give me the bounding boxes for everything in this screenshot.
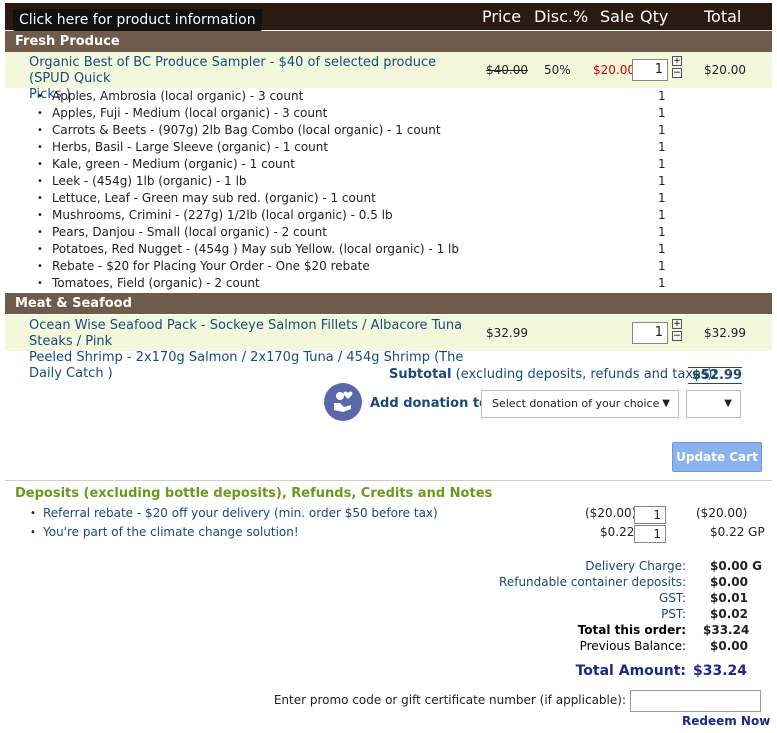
product-price: $32.99 <box>486 326 528 340</box>
quantity-stepper: + − <box>672 56 682 80</box>
list-item-qty: 1 <box>658 106 666 120</box>
increment-button[interactable]: + <box>672 56 682 66</box>
pst-value: $0.02 <box>710 607 748 621</box>
gst-label: GST: <box>659 591 686 605</box>
list-item-qty: 1 <box>658 191 666 205</box>
decrement-button[interactable]: − <box>672 68 682 78</box>
category-fresh-produce: Fresh Produce <box>5 31 772 52</box>
order-total-label: Total this order: <box>577 623 686 637</box>
list-item-name: Potatoes, Red Nugget - (454g ) May sub Y… <box>52 242 459 256</box>
product-info-tooltip[interactable]: Click here for product information <box>13 9 262 31</box>
list-item-name: Rebate - $20 for Placing Your Order - On… <box>52 259 370 273</box>
divider <box>5 480 772 481</box>
pst-label: PST: <box>661 607 686 621</box>
list-item-name: Tomatoes, Field (organic) - 2 count <box>52 276 260 290</box>
product-row-seafood: Ocean Wise Seafood Pack - Sockeye Salmon… <box>5 315 772 381</box>
col-sale: Sale <box>600 7 635 26</box>
subtotal-label: Subtotal (excluding deposits, refunds an… <box>389 367 717 382</box>
climate-solution-link[interactable]: You're part of the climate change soluti… <box>43 525 299 539</box>
quantity-input[interactable]: 1 <box>632 322 668 344</box>
order-total-value: $33.24 <box>703 623 750 637</box>
subtotal-value: $52.99 <box>688 367 742 384</box>
col-disc: Disc.% <box>534 7 589 26</box>
list-item-name: Kale, green - Medium (organic) - 1 count <box>52 157 295 171</box>
product-total: $20.00 <box>704 63 746 77</box>
deposit-qty: 1 <box>634 506 666 524</box>
deposit-price: ($20.00) <box>585 506 637 520</box>
list-item-name: Carrots & Beets - (907g) 2lb Bag Combo (… <box>52 123 441 137</box>
delivery-charge-value: $0.00 G <box>710 559 762 573</box>
product-sale-price: $20.00 <box>593 63 635 77</box>
list-item-qty: 1 <box>658 225 666 239</box>
list-item-qty: 1 <box>658 276 666 290</box>
list-item-name: Apples, Fuji - Medium (local organic) - … <box>52 106 328 120</box>
quantity-stepper: + − <box>672 319 682 343</box>
category-meat-seafood: Meat & Seafood <box>5 293 772 314</box>
quantity-input[interactable]: 1 <box>632 59 668 81</box>
redeem-now-link[interactable]: Redeem Now <box>682 714 770 728</box>
deposit-total: $0.22 GP <box>710 525 765 539</box>
previous-balance-value: $0.00 <box>710 639 748 653</box>
deposit-qty: 1 <box>634 525 666 543</box>
deposit-price: $0.22 <box>600 525 635 539</box>
gst-value: $0.01 <box>710 591 748 605</box>
col-qty: Qty <box>640 7 669 26</box>
list-item-qty: 1 <box>658 89 666 103</box>
product-price: $40.00 <box>486 63 528 77</box>
update-cart-button[interactable]: Update Cart <box>672 442 762 472</box>
increment-button[interactable]: + <box>672 319 682 329</box>
list-item-name: Herbs, Basil - Large Sleeve (organic) - … <box>52 140 329 154</box>
list-item-name: Mushrooms, Crimini - (227g) 1/2lb (local… <box>52 208 393 222</box>
donation-label: Add donation to: <box>370 396 494 411</box>
deposits-heading: Deposits (excluding bottle deposits), Re… <box>15 486 493 501</box>
list-item-name: Pears, Danjou - Small (local organic) - … <box>52 225 327 239</box>
list-item-name: Leek - (454g) 1lb (organic) - 1 lb <box>52 174 247 188</box>
list-item-qty: 1 <box>658 259 666 273</box>
deposit-total: ($20.00) <box>696 506 748 520</box>
promo-code-input[interactable] <box>630 690 761 712</box>
list-item-qty: 1 <box>658 157 666 171</box>
chevron-down-icon: ▼ <box>724 398 732 409</box>
referral-rebate-link[interactable]: Referral rebate - $20 off your delivery … <box>43 506 438 520</box>
list-item-qty: 1 <box>658 140 666 154</box>
cart-header: Price Disc.% Sale Qty Total Click here f… <box>5 3 772 31</box>
container-deposits-value: $0.00 <box>710 575 748 589</box>
total-amount-label: Total Amount: <box>575 663 686 679</box>
product-row-sampler: Organic Best of BC Produce Sampler - $40… <box>5 52 772 102</box>
donation-select[interactable]: Select donation of your choice ▼ <box>481 390 679 418</box>
list-item-name: Apples, Ambrosia (local organic) - 3 cou… <box>52 89 304 103</box>
delivery-charge-label: Delivery Charge: <box>585 559 686 573</box>
list-item-qty: 1 <box>658 242 666 256</box>
product-discount: 50% <box>544 63 571 77</box>
decrement-button[interactable]: − <box>672 331 682 341</box>
list-item-qty: 1 <box>658 174 666 188</box>
container-deposits-label: Refundable container deposits: <box>499 575 686 589</box>
col-price: Price <box>482 7 522 26</box>
donation-heart-hand-icon <box>324 383 362 421</box>
previous-balance-label: Previous Balance: <box>579 639 686 653</box>
total-amount-value: $33.24 <box>693 663 748 679</box>
col-total: Total <box>704 7 742 26</box>
product-total: $32.99 <box>704 326 746 340</box>
list-item-qty: 1 <box>658 123 666 137</box>
list-item-qty: 1 <box>658 208 666 222</box>
chevron-down-icon: ▼ <box>662 398 670 409</box>
list-item-name: Lettuce, Leaf - Green may sub red. (orga… <box>52 191 376 205</box>
promo-label: Enter promo code or gift certificate num… <box>273 693 626 707</box>
donation-amount-select[interactable]: ▼ <box>686 390 741 418</box>
